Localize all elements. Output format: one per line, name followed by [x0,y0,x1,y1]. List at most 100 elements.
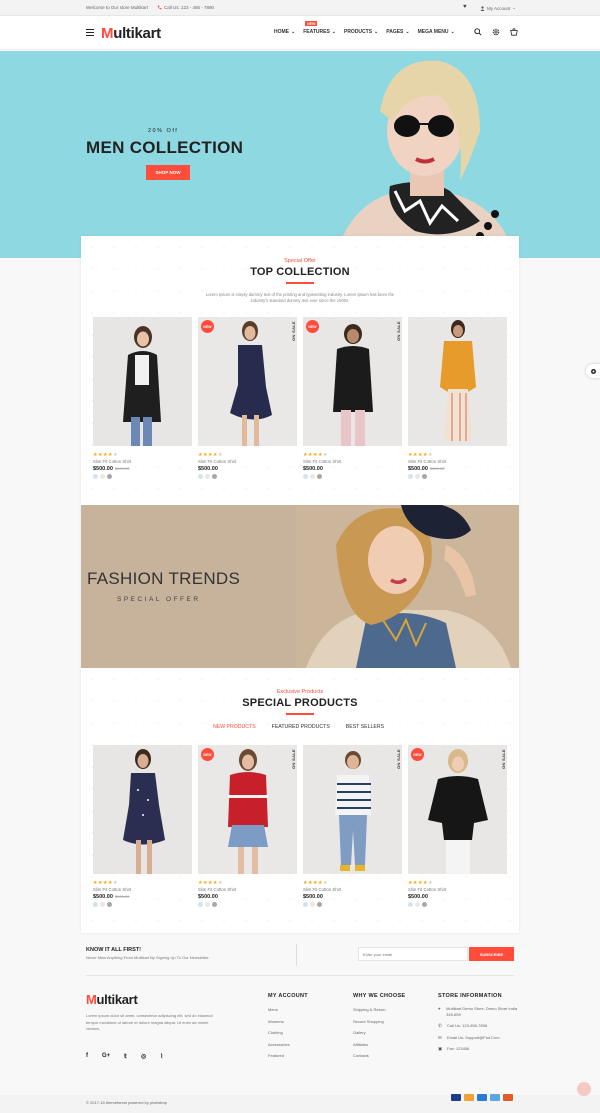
footer-link-featured[interactable]: Featured [268,1053,308,1058]
rating-stars: ★★★★★ [303,452,328,458]
footer-link-mens[interactable]: Mens [268,1007,308,1012]
nav-pages[interactable]: PAGES ⌄ [386,29,409,35]
footer-logo[interactable]: M ultikart [86,992,138,1007]
swatch-beige[interactable] [415,474,420,479]
swatch-grey[interactable] [107,474,112,479]
footer-link-womens[interactable]: Womens [268,1019,308,1024]
swatch-blue[interactable] [408,474,413,479]
product-name[interactable]: Slim Fit Cotton Shirt [408,887,507,892]
product-name[interactable]: Slim Fit Cotton Shirt [93,459,192,464]
product-image[interactable]: NEW ON SALE [198,745,297,874]
swatch-blue[interactable] [303,902,308,907]
on-sale-label: ON SALE [291,749,296,769]
swatch-grey[interactable] [422,474,427,479]
product-name[interactable]: Slim Fit Cotton Shirt [408,459,507,464]
logo-mark: M [86,992,97,1007]
instagram-icon[interactable]: ◎ [141,1053,146,1060]
product-image[interactable] [93,745,192,874]
product-image[interactable]: ON SALE [303,745,402,874]
special-title: SPECIAL PRODUCTS [242,697,358,709]
new-badge: NEW [306,320,319,333]
product-name[interactable]: Slim Fit Cotton Shirt [93,887,192,892]
tab-best-sellers[interactable]: BEST SELLERS [346,724,384,730]
nav-products[interactable]: PRODUCTS ⌄ [344,29,378,35]
footer-link-contacts[interactable]: Contacts [353,1053,405,1058]
product-card[interactable]: NEW ON SALE ★★★★★ Slim Fit Cotton Shirt … [198,745,297,907]
product-name[interactable]: Slim Fit Cotton Shirt [303,459,402,464]
swatch-blue[interactable] [408,902,413,907]
cart-icon[interactable] [509,27,518,36]
footer-link-affiliates[interactable]: Affiliates [353,1042,405,1047]
swatch-grey[interactable] [317,474,322,479]
twitter-icon[interactable]: 𝕥 [124,1053,127,1060]
swatch-beige[interactable] [310,902,315,907]
swatch-beige[interactable] [205,902,210,907]
swatch-beige[interactable] [100,474,105,479]
swatch-beige[interactable] [205,474,210,479]
newsletter-email-input[interactable] [358,947,468,961]
product-image[interactable]: NEW ON SALE [408,745,507,874]
scroll-to-top-button[interactable] [577,1082,591,1096]
product-card[interactable]: NEW ON SALE ★★★★★ Slim Fit Cotton Shirt … [198,317,297,479]
product-image[interactable] [408,317,507,446]
logo[interactable]: M ultikart [101,25,161,42]
footer-link-secure[interactable]: Secure Shopping [353,1019,405,1024]
tab-featured-products[interactable]: FEATURED PRODUCTS [272,724,330,730]
product-card[interactable]: ★★★★★ Slim Fit Cotton Shirt $500.00 $600.… [408,317,507,479]
footer-link-gallery[interactable]: Gallery [353,1030,405,1035]
nav-mega-menu[interactable]: MEGA MENU ⌄ [418,29,455,35]
menu-hamburger-icon[interactable] [86,29,94,36]
product-card[interactable]: NEW ON SALE ★★★★★ Slim Fit Cotton Shirt … [303,317,402,479]
gear-icon[interactable] [491,27,500,36]
swatch-grey[interactable] [212,902,217,907]
product-name[interactable]: Slim Fit Cotton Shirt [198,459,297,464]
store-email-text[interactable]: Email Us: Support@Fiot.Com [447,1035,500,1041]
swatch-blue[interactable] [93,902,98,907]
swatch-grey[interactable] [317,902,322,907]
rss-icon[interactable]: ⌇ [160,1053,163,1060]
google-plus-icon[interactable]: G+ [102,1053,110,1060]
wishlist-heart-icon[interactable]: ♥ [463,4,467,10]
product-image[interactable] [93,317,192,446]
nav-home[interactable]: HOME ⌄ [274,29,295,35]
footer-link-clothing[interactable]: Clothing [268,1030,308,1035]
swatch-blue[interactable] [198,902,203,907]
banner-title: FASHION TRENDS [87,569,241,588]
swatch-grey[interactable] [422,902,427,907]
product-price: $500.00 $600.00 [93,894,192,900]
product-card[interactable]: NEW ON SALE ★★★★★ Slim Fit Cotton Shirt … [408,745,507,907]
product-card[interactable]: ON SALE ★★★★★ Slim Fit Cotton Shirt $500… [303,745,402,907]
side-settings-tab[interactable] [586,364,600,378]
swatch-beige[interactable] [100,902,105,907]
search-icon[interactable] [473,27,482,36]
product-name[interactable]: Slim Fit Cotton Shirt [198,887,297,892]
swatch-beige[interactable] [415,902,420,907]
top-collection-subtitle: Special Offer [284,258,316,264]
newsletter-text: Never Miss Anything From Multikart By Si… [86,955,210,960]
product-image[interactable]: NEW ON SALE [303,317,402,446]
tab-new-products[interactable]: NEW PRODUCTS [213,724,256,730]
swatch-grey[interactable] [107,902,112,907]
product-card[interactable]: ★★★★★ Slim Fit Cotton Shirt $500.00 $600.… [93,317,192,479]
swatch-grey[interactable] [212,474,217,479]
swatch-blue[interactable] [93,474,98,479]
facebook-icon[interactable]: f [86,1053,88,1060]
shop-now-button[interactable]: SHOP NOW [146,165,190,180]
rating-stars: ★★★★★ [93,880,118,886]
fashion-trends-banner[interactable]: FASHION TRENDS SPECIAL OFFER [81,505,519,668]
subscribe-button[interactable]: SUBSCRIBE [469,947,514,961]
header-icons [473,27,518,36]
footer-link-shipping[interactable]: Shipping & Return [353,1007,405,1012]
product-card[interactable]: ★★★★★ Slim Fit Cotton Shirt $500.00 $600.… [93,745,192,907]
product-image[interactable]: NEW ON SALE [198,317,297,446]
swatch-blue[interactable] [198,474,203,479]
footer-link-accessories[interactable]: Accessories [268,1042,308,1047]
footer-heading: WHY WE CHOOSE [353,993,406,999]
swatch-beige[interactable] [310,474,315,479]
nav-features[interactable]: NEW FEATURES ⌄ [303,21,336,35]
store-phone-text: Call Us: 123-456-7898 [447,1023,488,1028]
envelope-icon: ✉ [438,1034,442,1040]
swatch-blue[interactable] [303,474,308,479]
my-account-dropdown[interactable]: My Account ⌄ [480,5,516,11]
product-name[interactable]: Slim Fit Cotton Shirt [303,887,402,892]
